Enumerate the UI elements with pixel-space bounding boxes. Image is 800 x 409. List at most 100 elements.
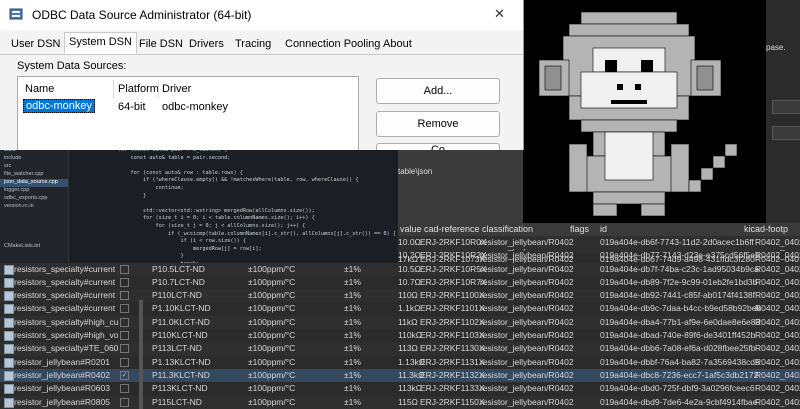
table-row[interactable]: resistor_jellybean#R0201 P1.13KLCT-ND ±100… [0,356,800,369]
right-strip-text: pase. [766,43,786,52]
cell-tc: ±100ppm/°C [248,343,296,354]
cell-name: resistor_jellybean#R0201 [14,356,110,367]
cell-class: resistor_jellybean/R0402 [480,250,574,261]
explorer-item[interactable]: src [0,163,68,171]
row-checkbox[interactable] [120,317,129,327]
tab-drivers[interactable]: Drivers [184,34,229,53]
cell-kicad: R0402_0402 [755,369,800,380]
table-row[interactable]: resistors_specialty#high_cu P11.0KLCT-ND ±… [0,315,800,330]
row-checkbox[interactable] [120,264,129,274]
cell-tc: ±100ppm/°C [248,303,296,314]
tab-file-dsn[interactable]: File DSN [134,34,188,53]
column-divider[interactable] [158,80,159,98]
cell-id: 019a404e-db6f-7743-11d2-2d0acec1b6ff [600,237,754,247]
explorer-item[interactable]: json_data_source.cpp [0,179,68,187]
row-icon [4,344,14,355]
row-checkbox[interactable] [120,291,129,301]
cell-value: 110Ω [398,290,418,301]
explorer-item[interactable] [0,235,68,243]
line-number [78,246,98,254]
table-row[interactable]: resistor_jellybean#R0805 P115LCT-ND ±100pp… [0,395,800,409]
explorer-item[interactable]: CMakeLists.txt [0,243,68,251]
cell-class: resistor_jellybean/R0402 [480,303,574,314]
cell-kicad: R0402_0402 [755,290,800,301]
tab-user-dsn[interactable]: User DSN [6,34,66,53]
col-header-kicad[interactable]: kicad-footp [744,224,788,234]
line-gutter [78,147,98,263]
tab-about[interactable]: About [378,34,417,53]
row-checkbox[interactable] [120,357,129,367]
line-number [78,193,98,201]
cell-id: 019a404e-dbd0-725f-dbf9-3a0296fceec6 [600,383,755,394]
table-row[interactable]: resistors_specialty#current P1.10KLCT-ND ±… [0,302,800,315]
dsn-row-platform[interactable]: 64-bit [118,101,146,113]
col-header-platform[interactable]: Platform [118,83,159,95]
col-header-name[interactable]: Name [25,83,54,95]
cell-class: resistor_jellybean/R0402 [480,383,574,394]
cell-value: 115Ω [398,396,418,407]
col-header-classification[interactable]: classification [482,224,533,234]
tab-tracing[interactable]: Tracing [230,34,276,53]
explorer-item[interactable] [0,219,68,227]
cell-value: 1.1kΩ [398,303,421,314]
row-checkbox[interactable] [120,304,129,314]
row-icon [4,357,14,368]
cell-id: 019a404e-db89-7f2e-9c99-01eb2fe1bd3b [600,276,758,287]
col-header-flags[interactable]: flags [570,224,589,234]
cell-tc: ±100ppm/°C [248,383,296,394]
explorer-item[interactable]: file_watcher.cpp [0,171,68,179]
cell-tol: ±1% [344,369,361,380]
row-checkbox[interactable]: ✓ [120,370,129,380]
column-divider[interactable] [113,80,114,98]
cell-tol: ±1% [344,276,361,287]
explorer-item[interactable] [0,227,68,235]
cell-value: 10.7Ω [398,276,421,287]
code-line: for (const auto& row : table.rows) { [118,169,243,176]
cell-value: 10.5Ω [398,263,421,274]
table-row[interactable]: resistors_specialty#high_vo P110KLCT-ND ±1… [0,329,800,342]
explorer-item[interactable]: version.rc.in [0,203,68,211]
close-icon[interactable]: ✕ [494,6,505,22]
explorer-item[interactable] [0,211,68,219]
table-row[interactable]: resistors_specialty#current P110LCT-ND ±10… [0,289,800,303]
cell-class: resistor_jellybean/R0402 [480,369,574,380]
cell-tc: ±100ppm/°C [248,369,296,380]
row-checkbox[interactable] [120,277,129,287]
row-checkbox[interactable] [120,331,129,341]
table-row[interactable]: resistors_specialty#TE_060 P113LCT-ND ±100… [0,342,800,356]
cell-tc: ±100ppm/°C [248,290,296,301]
table-row[interactable]: resistors_specialty#current P10.7LCT-ND ±1… [0,276,800,289]
explorer-item[interactable]: logger.cpp [0,187,68,195]
right-strip-button[interactable] [772,100,800,114]
row-checkbox[interactable] [120,384,129,394]
col-header-driver[interactable]: Driver [162,83,191,95]
col-header-id[interactable]: id [600,224,607,234]
cell-class: resistor_jellybean/R0402 [480,237,574,247]
table-row[interactable]: resistor_jellybean#R0603 P113KLCT-ND ±100p… [0,382,800,395]
right-window-strip: pase. [766,0,800,223]
explorer-item[interactable]: odbc_exports.cpp [0,195,68,203]
right-strip-button[interactable] [772,126,800,140]
tab-connection-pooling[interactable]: Connection Pooling [280,34,385,53]
dsn-list[interactable]: Name Platform Driver odbc-monkey 64-bit … [17,76,359,150]
tab-system-dsn[interactable]: System DSN [64,32,137,54]
cell-cad: ERJ-2RKF10R7X [420,276,487,287]
code-area[interactable]: for (const auto& pair : m_tables) { cons… [118,147,396,263]
remove-button[interactable]: Remove [376,111,500,137]
cell-part: P113LCT-ND [152,343,202,354]
add-button[interactable]: Add... [376,78,500,104]
table-row[interactable]: resistor_jellybean#R0402 P11.3KLCT-ND ±100… [0,368,800,383]
table-row[interactable]: resistors_specialty#current P10.5LCT-ND ±1… [0,262,800,276]
row-checkbox[interactable] [120,344,129,354]
dsn-row-driver[interactable]: odbc-monkey [162,101,228,113]
dsn-row-name[interactable]: odbc-monkey [23,99,96,113]
cell-name: resistor_jellybean#R0603 [14,383,110,394]
col-header-cad-reference[interactable]: cad-reference [424,224,480,234]
tree-scrollbar[interactable] [139,300,143,409]
cell-tc: ±100ppm/°C [248,330,296,341]
cell-name: resistors_specialty#high_vo [14,330,119,341]
row-checkbox[interactable] [120,397,129,407]
explorer-item[interactable]: include [0,155,68,163]
col-header-value[interactable]: value [400,224,422,234]
configure-button[interactable]: Co [376,143,500,150]
